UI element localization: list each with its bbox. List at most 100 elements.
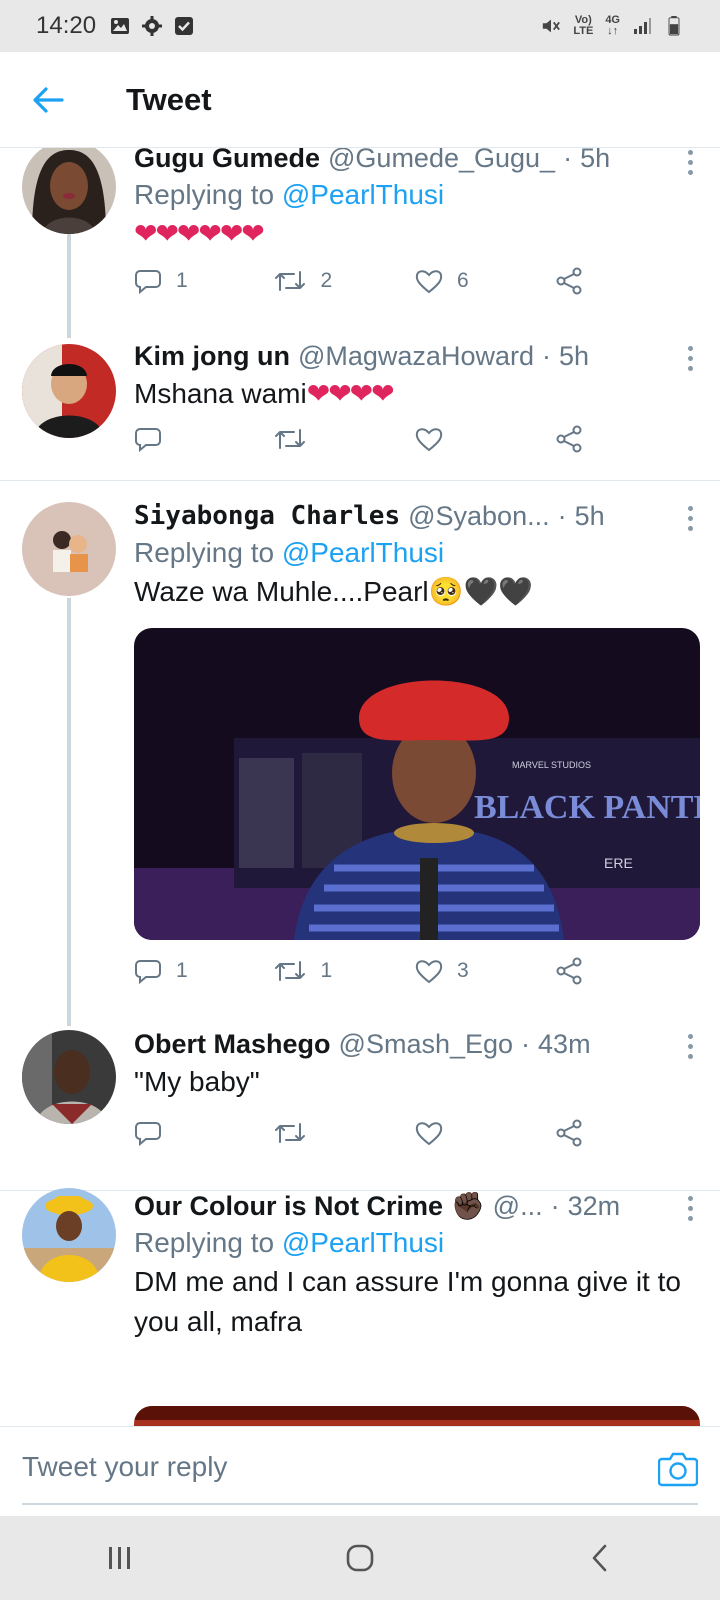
tweet-time: 32m — [567, 1191, 621, 1221]
reply-input[interactable]: Tweet your reply — [22, 1451, 227, 1483]
input-underline — [22, 1503, 698, 1505]
tweet-card[interactable]: Kim jong un @MagwazaHoward · 5h Mshana w… — [0, 338, 720, 478]
separator: · — [541, 341, 551, 371]
more-options-button[interactable] — [686, 1196, 694, 1221]
volte-indicator: Vo) LTE — [573, 14, 594, 37]
user-handle[interactable]: @Gumede_Gugu_ — [328, 148, 555, 176]
divider — [0, 480, 720, 481]
speech-bubble-icon — [135, 428, 161, 453]
avatar[interactable] — [22, 344, 116, 438]
user-handle[interactable]: @Smash_Ego — [339, 1026, 514, 1062]
tweet-author-line: Obert Mashego @Smash_Ego · 43m — [134, 1026, 700, 1062]
share-nodes-icon — [556, 1119, 582, 1147]
tweet-media-image[interactable] — [134, 1406, 700, 1426]
retweet-button[interactable] — [274, 422, 414, 456]
avatar[interactable] — [22, 1030, 116, 1124]
user-handle[interactable]: @... — [493, 1188, 543, 1224]
retweet-button[interactable]: 1 — [274, 954, 414, 988]
share-button[interactable] — [555, 954, 614, 988]
media-caption-sub: ERE — [604, 855, 633, 871]
share-button[interactable] — [555, 264, 614, 298]
tweet-card[interactable]: Siyabonga Charles @Syabon... · 5h Replyi… — [0, 498, 720, 1028]
name-emoji: ✊🏿 — [451, 1191, 485, 1221]
back-button[interactable] — [18, 70, 78, 130]
display-name[interactable]: Siyabonga Charles — [134, 498, 400, 534]
arrow-left-icon — [33, 86, 64, 113]
retweet-button[interactable]: 2 — [274, 264, 414, 298]
separator: · — [563, 148, 573, 173]
more-options-button[interactable] — [686, 1034, 694, 1059]
separator: · — [550, 1191, 560, 1221]
tweet-actions — [134, 1116, 614, 1150]
tweet-card[interactable]: Gugu Gumede @Gumede_Gugu_ · 5h Replying … — [0, 148, 720, 320]
mention-link[interactable]: @PearlThusi — [282, 1227, 444, 1258]
more-options-button[interactable] — [686, 150, 694, 175]
retweet-arrows-icon — [275, 961, 306, 981]
reply-composer: Tweet your reply — [0, 1426, 720, 1516]
mention-link[interactable]: @PearlThusi — [282, 179, 444, 210]
like-button[interactable] — [415, 1116, 555, 1150]
share-nodes-icon — [556, 425, 582, 453]
reply-button[interactable] — [134, 422, 274, 456]
page-title: Tweet — [126, 81, 212, 117]
tweet-media-image[interactable]: MARVEL STUDIOS BLACK PANTHER ERE — [134, 628, 700, 940]
media-caption-title: BLACK PANTHER — [474, 789, 700, 826]
display-name[interactable]: Our Colour is Not Crime — [134, 1188, 443, 1224]
home-button[interactable] — [320, 1528, 400, 1588]
recents-button[interactable] — [80, 1528, 160, 1588]
user-handle[interactable]: @MagwazaHoward — [298, 338, 534, 374]
reply-button[interactable]: 1 — [134, 264, 274, 298]
back-chevron-icon — [592, 1544, 607, 1572]
gallery-icon — [111, 18, 130, 34]
avatar[interactable] — [22, 148, 116, 234]
tweet-text: ❤❤❤❤❤❤ — [134, 218, 265, 249]
display-name[interactable]: Kim jong un — [134, 338, 290, 374]
tweet-card[interactable]: Obert Mashego @Smash_Ego · 43m "My baby" — [0, 1026, 720, 1166]
camera-button[interactable] — [657, 1451, 699, 1487]
avatar[interactable] — [22, 502, 116, 596]
nav-back-button[interactable] — [560, 1528, 640, 1588]
display-name[interactable]: Gugu Gumede — [134, 148, 320, 176]
tweet-time: 5h — [574, 501, 605, 531]
replying-to: Replying to @PearlThusi — [134, 1227, 445, 1258]
tweet-card[interactable]: Our Colour is Not Crime ✊🏿 @... · 32m Re… — [0, 1188, 720, 1426]
more-options-button[interactable] — [686, 506, 694, 531]
speech-bubble-icon — [135, 960, 161, 985]
retweet-button[interactable] — [274, 1116, 414, 1150]
user-handle[interactable]: @Syabon... — [408, 498, 550, 534]
mention-link[interactable]: @PearlThusi — [282, 537, 444, 568]
share-button[interactable] — [555, 1116, 614, 1150]
heart-outline-icon — [415, 428, 443, 452]
separator: · — [557, 501, 567, 531]
checkbox-icon — [175, 17, 194, 35]
reply-button[interactable] — [134, 1116, 274, 1150]
tweet-emoji: ❤❤❤❤ — [306, 378, 395, 409]
replies-feed[interactable]: Gugu Gumede @Gumede_Gugu_ · 5h Replying … — [0, 148, 720, 1426]
share-nodes-icon — [556, 267, 582, 295]
tweet-text: Waze wa Muhle....Pearl🥺🖤🖤 — [134, 576, 534, 607]
share-button[interactable] — [555, 422, 614, 456]
tweet-text: Mshana wami❤❤❤❤ — [134, 378, 395, 409]
heart-outline-icon — [415, 1122, 443, 1146]
status-bar: 14:20 Vo) LTE 4G ↓↑ — [0, 0, 720, 52]
reply-button[interactable]: 1 — [134, 954, 274, 988]
separator: · — [521, 1029, 531, 1059]
tweet-text: "My baby" — [134, 1066, 260, 1097]
more-options-button[interactable] — [686, 346, 694, 371]
settings-gear-icon — [142, 16, 163, 36]
like-button[interactable]: 3 — [415, 954, 555, 988]
tweet-text: DM me and I can assure I'm gonna give it… — [134, 1266, 681, 1337]
tweet-author-line: Gugu Gumede @Gumede_Gugu_ · 5h — [134, 148, 700, 176]
display-name[interactable]: Obert Mashego — [134, 1026, 331, 1062]
avatar[interactable] — [22, 1188, 116, 1282]
like-count: 6 — [456, 269, 469, 292]
like-button[interactable]: 6 — [415, 264, 555, 298]
tweet-emoji: 🥺🖤🖤 — [428, 576, 534, 607]
heart-outline-icon — [415, 270, 443, 294]
reply-count: 1 — [176, 959, 188, 982]
retweet-count: 1 — [320, 959, 333, 982]
reply-count: 1 — [176, 269, 188, 292]
like-button[interactable] — [415, 422, 555, 456]
network-type-indicator: 4G ↓↑ — [605, 14, 620, 37]
tweet-time: 43m — [538, 1029, 591, 1059]
